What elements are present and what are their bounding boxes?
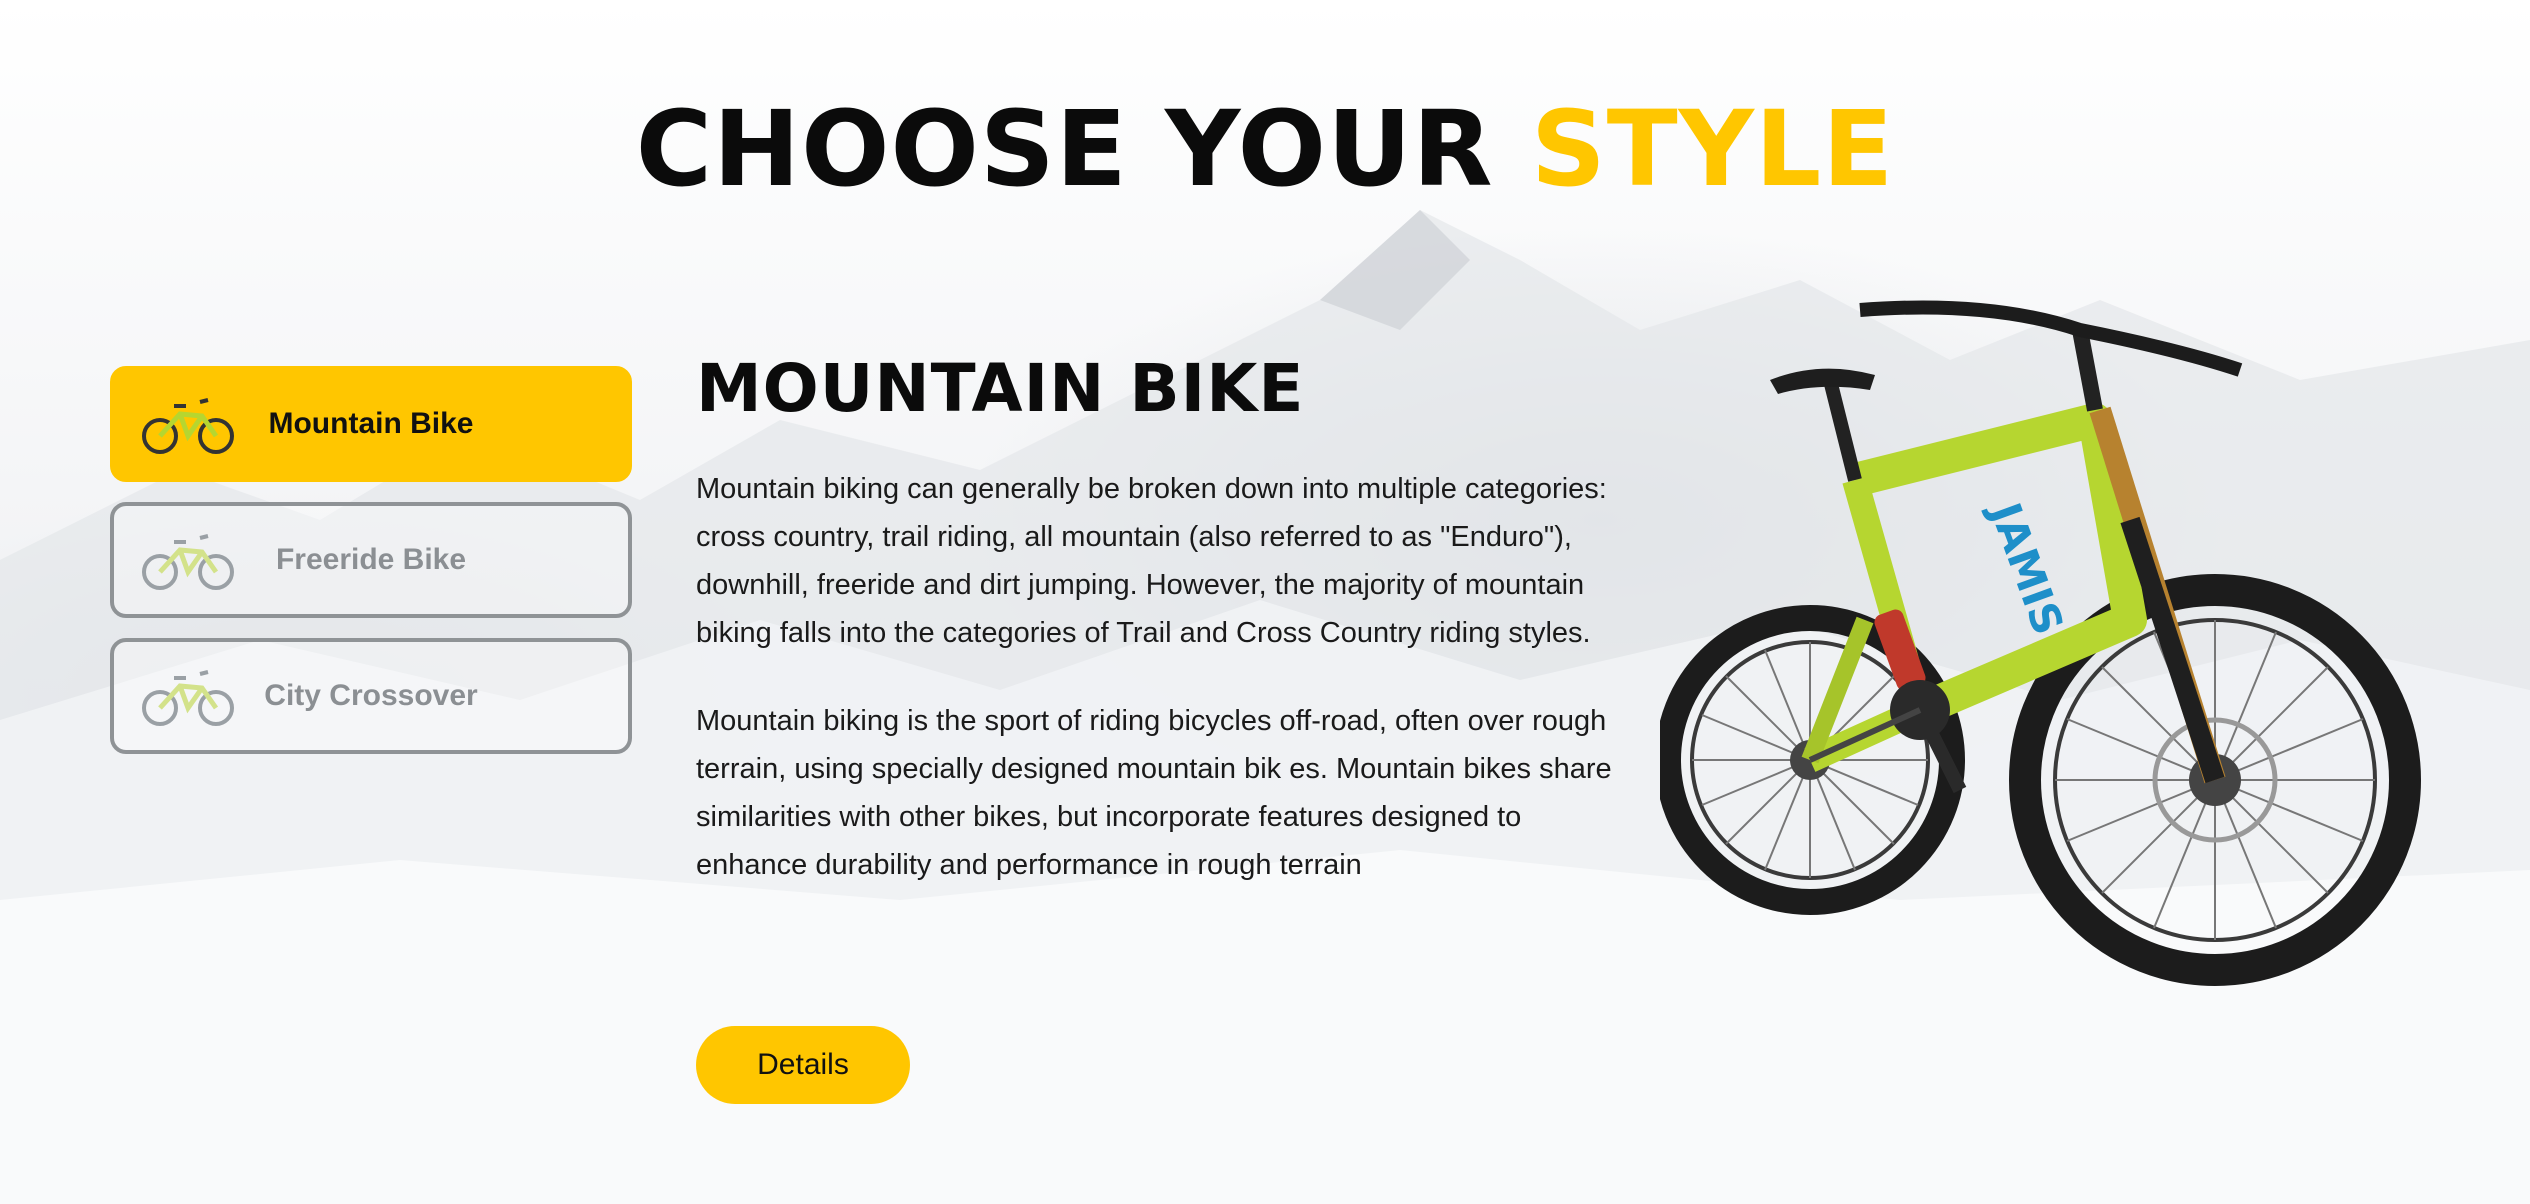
title-main: CHOOSE YOUR xyxy=(635,88,1531,210)
tab-mountain-bike[interactable]: Mountain Bike xyxy=(110,366,632,482)
bike-icon xyxy=(142,534,234,590)
style-tab-list: Mountain Bike Freeride Bike City Crossov… xyxy=(110,366,632,774)
tab-city-crossover[interactable]: City Crossover xyxy=(110,638,632,754)
svg-text:JAMIS: JAMIS xyxy=(1980,494,2074,641)
mountain-bike-image: JAMIS xyxy=(1660,300,2421,986)
style-title: MOUNTAIN BIKE xyxy=(696,350,1305,427)
bike-icon xyxy=(142,398,234,454)
title-accent: STYLE xyxy=(1530,88,1895,210)
page-title: CHOOSE YOUR STYLE xyxy=(0,88,2530,210)
description-paragraph-2: Mountain biking is the sport of riding b… xyxy=(696,705,1612,881)
tab-freeride-bike[interactable]: Freeride Bike xyxy=(110,502,632,618)
details-button[interactable]: Details xyxy=(696,1026,910,1104)
style-description: MOUNTAIN BIKE Mountain biking can genera… xyxy=(696,350,1616,929)
description-paragraph-1: Mountain biking can generally be broken … xyxy=(696,473,1607,649)
bike-icon xyxy=(142,670,234,726)
